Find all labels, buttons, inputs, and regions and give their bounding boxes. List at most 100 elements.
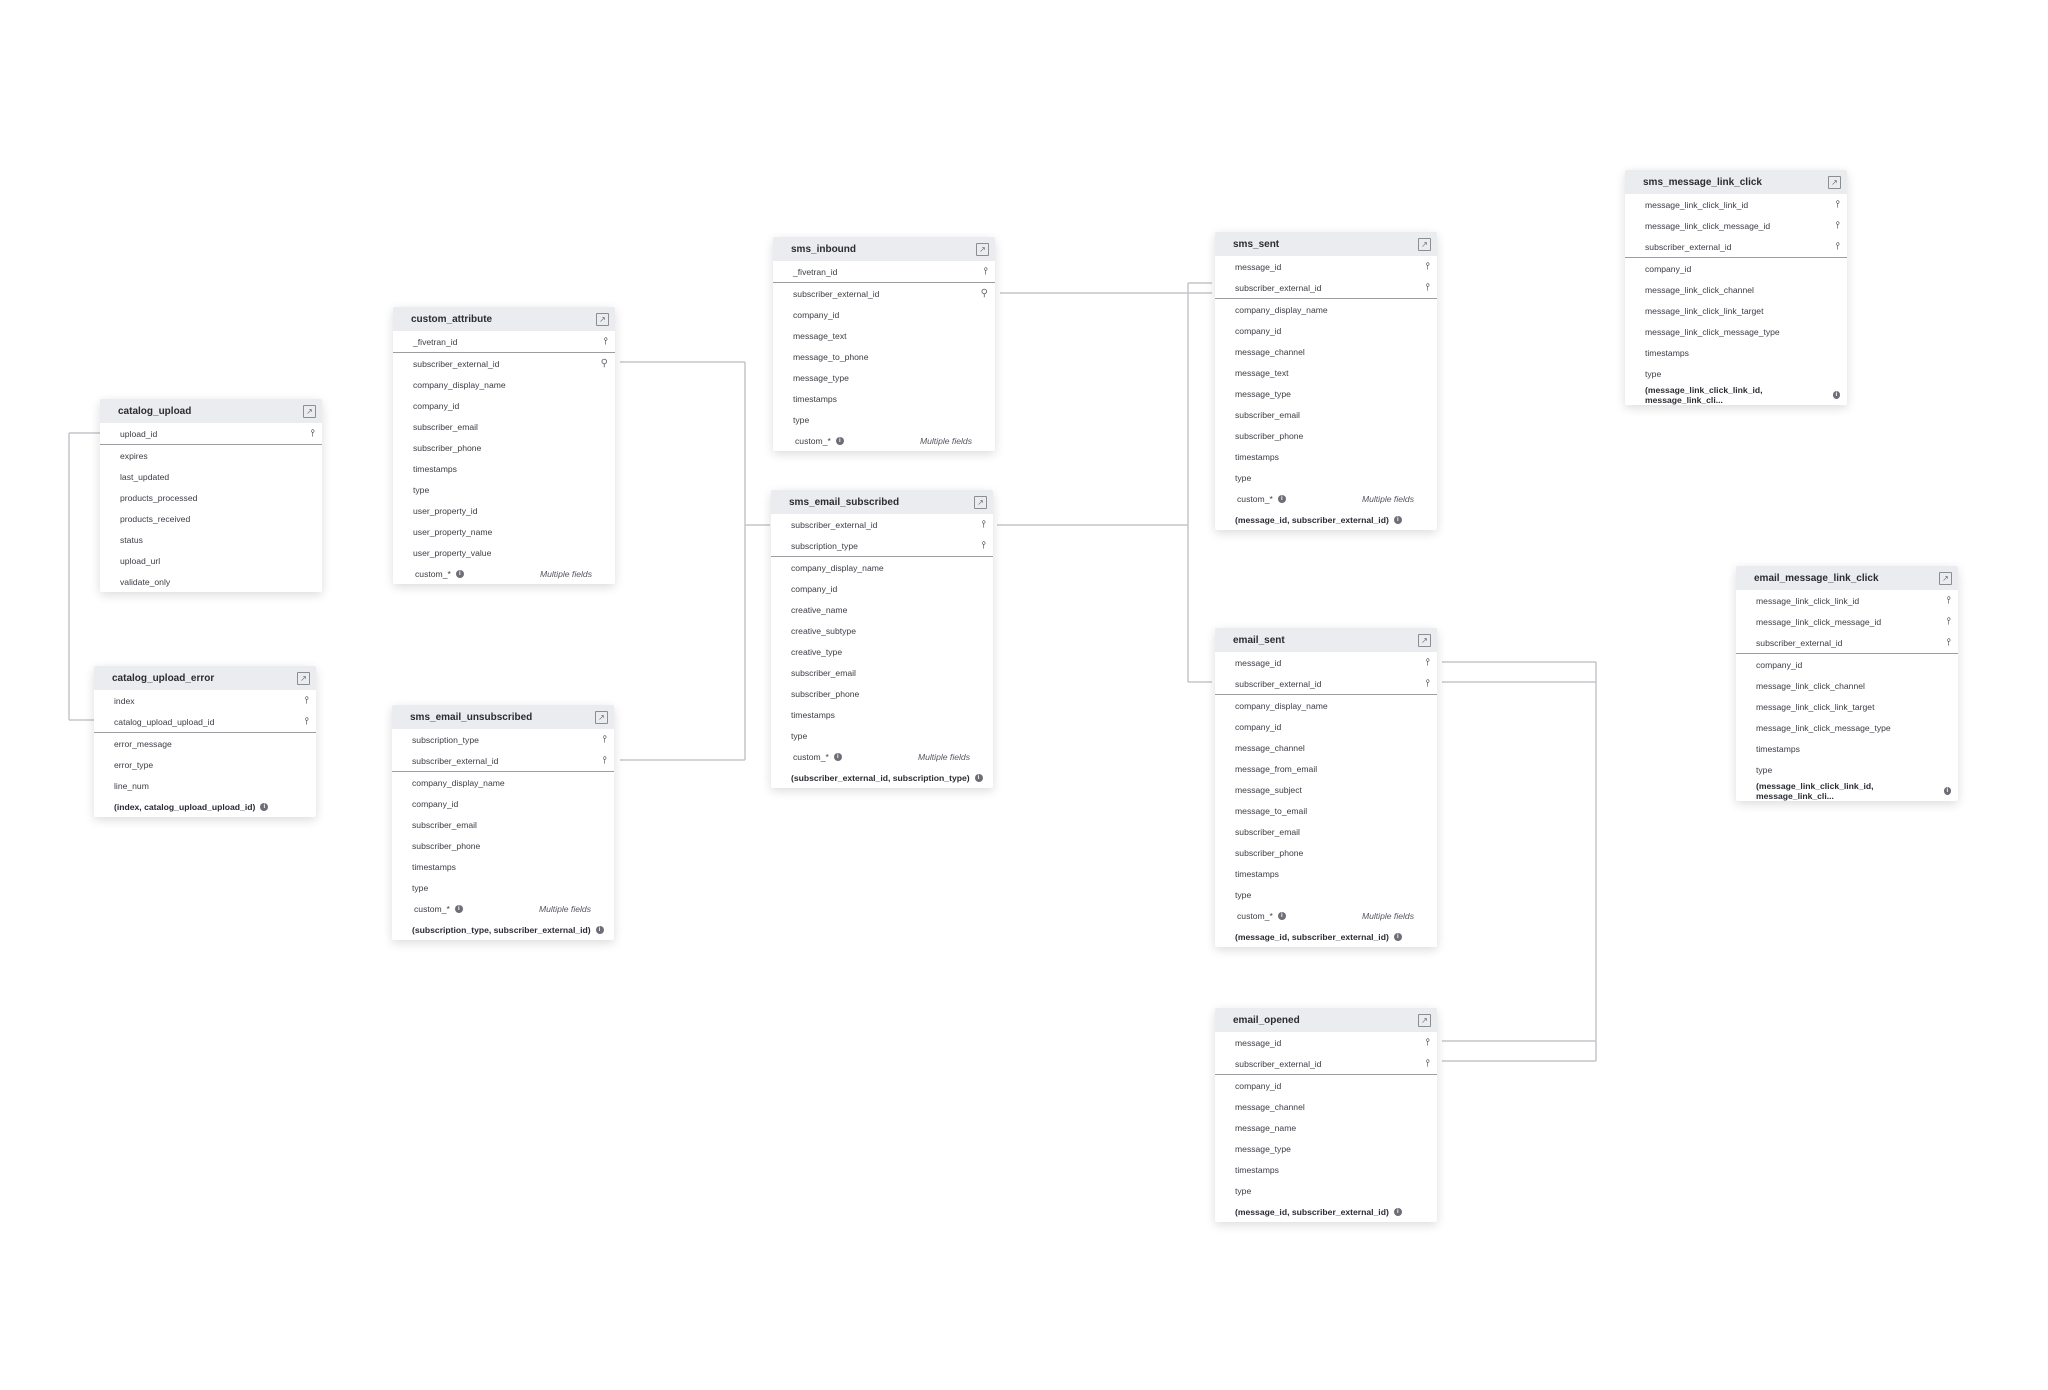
custom-fields-row[interactable]: custom_* i Multiple fields — [1215, 488, 1437, 509]
table-header[interactable]: sms_sent ↗ — [1215, 232, 1437, 256]
column-row[interactable]: company_display_name — [1215, 695, 1437, 716]
table-header[interactable]: custom_attribute ↗ — [393, 307, 615, 331]
table-header[interactable]: email_sent ↗ — [1215, 628, 1437, 652]
column-row[interactable]: type — [1625, 363, 1847, 384]
primary-key-row[interactable]: message_link_click_message_id ⫯ — [1625, 215, 1847, 236]
column-row[interactable]: expires — [100, 445, 322, 466]
column-row[interactable]: timestamps — [1736, 738, 1958, 759]
external-link-icon[interactable]: ↗ — [976, 242, 989, 256]
column-row[interactable]: creative_name — [771, 599, 993, 620]
column-row[interactable]: message_type — [1215, 1138, 1437, 1159]
column-row[interactable]: type — [773, 409, 995, 430]
column-row[interactable]: last_updated — [100, 466, 322, 487]
primary-key-row[interactable]: _fivetran_id ⫯ — [393, 331, 615, 353]
column-row[interactable]: message_link_click_channel — [1625, 279, 1847, 300]
external-link-icon[interactable]: ↗ — [595, 710, 608, 724]
primary-key-row[interactable]: subscriber_external_id ⫯ — [1736, 632, 1958, 654]
column-row[interactable]: error_type — [94, 754, 316, 775]
column-row[interactable]: message_to_email — [1215, 800, 1437, 821]
table-header[interactable]: catalog_upload ↗ — [100, 399, 322, 423]
primary-key-row[interactable]: message_id ⫯ — [1215, 256, 1437, 277]
column-row[interactable]: company_id — [1736, 654, 1958, 675]
column-row[interactable]: message_name — [1215, 1117, 1437, 1138]
column-row[interactable]: type — [393, 479, 615, 500]
column-row[interactable]: subscriber_email — [771, 662, 993, 683]
external-link-icon[interactable]: ↗ — [1828, 175, 1841, 189]
column-row[interactable]: message_link_click_link_target — [1625, 300, 1847, 321]
primary-key-row[interactable]: subscriber_external_id ⫯ — [1215, 673, 1437, 695]
primary-key-row[interactable]: subscriber_external_id ⫯ — [1215, 1053, 1437, 1075]
column-row[interactable]: type — [1215, 467, 1437, 488]
primary-key-row[interactable]: subscription_type ⫯ — [392, 729, 614, 750]
info-icon[interactable]: i — [1943, 786, 1951, 795]
composite-key-row[interactable]: (subscription_type, subscriber_external_… — [392, 919, 614, 940]
column-row[interactable]: timestamps — [1215, 446, 1437, 467]
column-row[interactable]: company_id — [771, 578, 993, 599]
column-row[interactable]: creative_subtype — [771, 620, 993, 641]
column-row[interactable]: subscriber_email — [1215, 404, 1437, 425]
column-row[interactable]: type — [771, 725, 993, 746]
info-icon[interactable]: i — [260, 802, 269, 811]
external-link-icon[interactable]: ↗ — [1418, 633, 1431, 647]
column-row[interactable]: company_id — [1625, 258, 1847, 279]
column-row[interactable]: message_channel — [1215, 737, 1437, 758]
column-row[interactable]: company_id — [393, 395, 615, 416]
column-row[interactable]: type — [392, 877, 614, 898]
composite-key-row[interactable]: (message_id, subscriber_external_id) i — [1215, 926, 1437, 947]
primary-key-row[interactable]: subscription_type ⫯ — [771, 535, 993, 557]
column-row[interactable]: message_text — [1215, 362, 1437, 383]
column-row[interactable]: company_id — [1215, 320, 1437, 341]
column-row[interactable]: timestamps — [1625, 342, 1847, 363]
column-row[interactable]: subscriber_phone — [392, 835, 614, 856]
custom-fields-row[interactable]: custom_* i Multiple fields — [393, 563, 615, 584]
composite-key-row[interactable]: (message_id, subscriber_external_id) i — [1215, 509, 1437, 530]
info-icon[interactable]: i — [1277, 495, 1286, 504]
column-row[interactable]: message_type — [773, 367, 995, 388]
column-row[interactable]: message_channel — [1215, 341, 1437, 362]
external-link-icon[interactable]: ↗ — [1418, 1013, 1431, 1027]
info-icon[interactable]: i — [455, 570, 464, 579]
external-link-icon[interactable]: ↗ — [974, 495, 987, 509]
column-row[interactable]: user_property_value — [393, 542, 615, 563]
info-icon[interactable]: i — [1832, 390, 1840, 399]
primary-key-row[interactable]: index ⫯ — [94, 690, 316, 711]
column-row[interactable]: company_id — [392, 793, 614, 814]
column-row[interactable]: type — [1736, 759, 1958, 780]
column-row[interactable]: message_link_click_message_type — [1736, 717, 1958, 738]
primary-key-row[interactable]: upload_id ⫯ — [100, 423, 322, 445]
info-icon[interactable]: i — [835, 437, 844, 446]
primary-key-row[interactable]: subscriber_external_id ⫯ — [1215, 277, 1437, 299]
column-row[interactable]: creative_type — [771, 641, 993, 662]
custom-fields-row[interactable]: custom_* i Multiple fields — [1215, 905, 1437, 926]
external-link-icon[interactable]: ↗ — [1939, 571, 1952, 585]
table-header[interactable]: sms_inbound ↗ — [773, 237, 995, 261]
primary-key-row[interactable]: message_link_click_link_id ⫯ — [1625, 194, 1847, 215]
primary-key-row[interactable]: subscriber_external_id ⫯ — [1625, 236, 1847, 258]
column-row[interactable]: type — [1215, 884, 1437, 905]
external-link-icon[interactable]: ↗ — [1418, 237, 1431, 251]
column-row[interactable]: timestamps — [392, 856, 614, 877]
column-row[interactable]: line_num — [94, 775, 316, 796]
composite-key-row[interactable]: (subscriber_external_id, subscription_ty… — [771, 767, 993, 788]
column-row[interactable]: subscriber_external_id ⚲ — [393, 353, 615, 374]
column-row[interactable]: products_processed — [100, 487, 322, 508]
column-row[interactable]: company_id — [773, 304, 995, 325]
column-row[interactable]: company_id — [1215, 1075, 1437, 1096]
column-row[interactable]: status — [100, 529, 322, 550]
column-row[interactable]: subscriber_email — [392, 814, 614, 835]
composite-key-row[interactable]: (index, catalog_upload_upload_id) i — [94, 796, 316, 817]
column-row[interactable]: subscriber_email — [1215, 821, 1437, 842]
custom-fields-row[interactable]: custom_* i Multiple fields — [773, 430, 995, 451]
column-row[interactable]: user_property_id — [393, 500, 615, 521]
info-icon[interactable]: i — [595, 925, 604, 934]
column-row[interactable]: message_from_email — [1215, 758, 1437, 779]
column-row[interactable]: company_display_name — [1215, 299, 1437, 320]
column-row[interactable]: subscriber_phone — [771, 683, 993, 704]
column-row[interactable]: validate_only — [100, 571, 322, 592]
column-row[interactable]: timestamps — [1215, 1159, 1437, 1180]
info-icon[interactable]: i — [454, 905, 463, 914]
info-icon[interactable]: i — [1393, 515, 1402, 524]
column-row[interactable]: company_display_name — [392, 772, 614, 793]
column-row[interactable]: timestamps — [771, 704, 993, 725]
column-row[interactable]: timestamps — [393, 458, 615, 479]
